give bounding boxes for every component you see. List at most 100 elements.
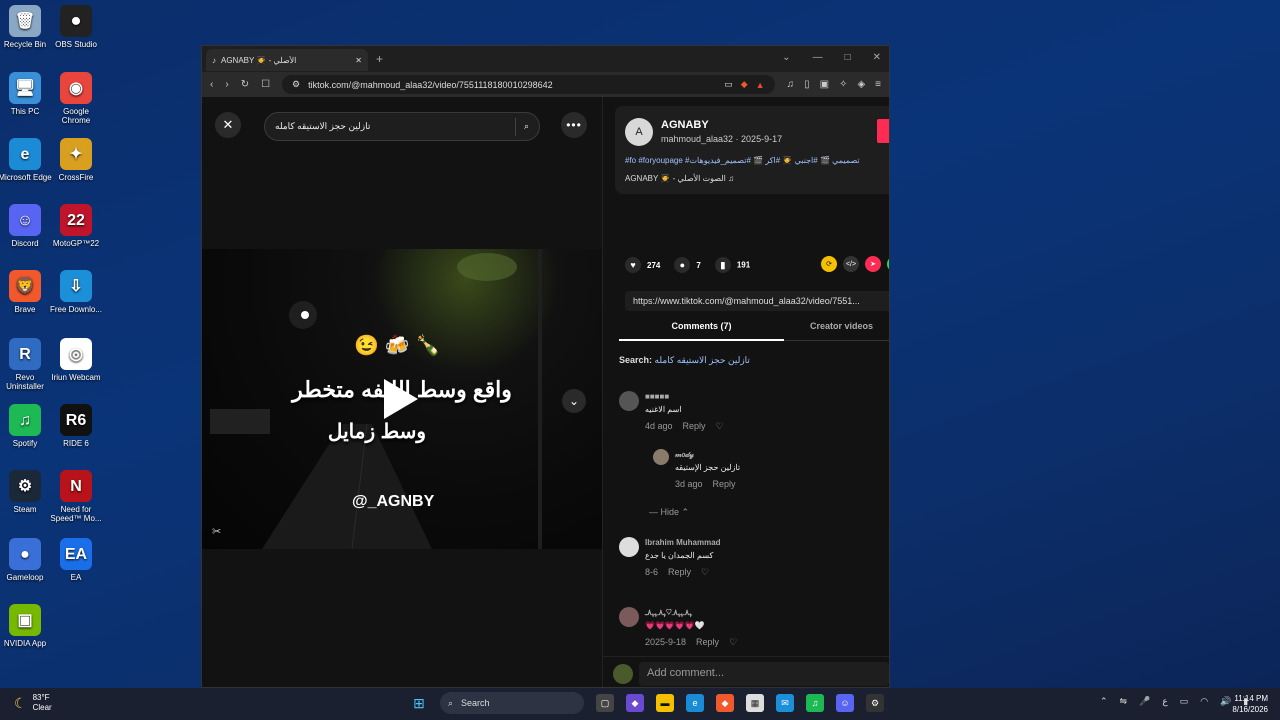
- reply-button[interactable]: Reply: [668, 567, 691, 577]
- desktop-icon[interactable]: 🦁 Brave: [0, 270, 53, 314]
- task-view-icon[interactable]: ▢: [596, 694, 614, 712]
- clock[interactable]: 11:14 PM 8/16/2026: [1232, 693, 1268, 715]
- cast-icon[interactable]: ▭: [724, 79, 733, 90]
- desktop-icon[interactable]: EA EA: [48, 538, 104, 582]
- reply-button[interactable]: Reply: [683, 421, 706, 431]
- network-icon[interactable]: ⇋: [1120, 696, 1128, 707]
- author-avatar[interactable]: A: [625, 118, 653, 146]
- browser-tab[interactable]: ♪ AGNABY 🧑‍🎓 - الأصلي ✕: [206, 49, 368, 71]
- bookmark-icon[interactable]: ☐: [261, 79, 270, 90]
- search-input[interactable]: تازلين حجز الاستيقه كامله ⌕: [264, 112, 540, 141]
- hide-replies-button[interactable]: — Hide ⌃: [649, 507, 689, 518]
- commenter-avatar[interactable]: [619, 607, 639, 627]
- like-comment-icon[interactable]: ♡: [701, 567, 709, 577]
- commenter-avatar[interactable]: [619, 391, 639, 411]
- weather-widget[interactable]: ☾ 83°F Clear: [14, 693, 52, 713]
- extensions-icon[interactable]: ✧: [839, 79, 847, 90]
- reload-icon[interactable]: ↻: [241, 79, 249, 90]
- brave-icon[interactable]: ◆: [716, 694, 734, 712]
- store-icon[interactable]: ▦: [746, 694, 764, 712]
- embed-icon[interactable]: </>: [843, 256, 859, 272]
- desktop-icon[interactable]: ⏺ OBS Studio: [48, 5, 104, 49]
- desktop-icon[interactable]: ◉ Google Chrome: [48, 72, 104, 125]
- desktop-icon[interactable]: N Need for Speed™ Mo...: [48, 470, 104, 523]
- add-comment-input[interactable]: Add comment...: [639, 662, 889, 686]
- commenter-name[interactable]: Ibrahim Muhammad: [645, 538, 721, 547]
- start-icon[interactable]: ⊞: [410, 694, 428, 712]
- close-window-icon[interactable]: ✕: [873, 52, 881, 63]
- file-explorer-icon[interactable]: ▬: [656, 694, 674, 712]
- monitor-icon[interactable]: ▭: [1180, 696, 1189, 707]
- wifi-icon[interactable]: ◠: [1200, 696, 1208, 707]
- desktop-icon[interactable]: ⇩ Free Downlo...: [48, 270, 104, 314]
- video-player[interactable]: 😉🍻🍾 واقع وسط الليفه متخطر وسط زمايل @_AG…: [202, 249, 602, 549]
- repost-icon[interactable]: ⟳: [821, 256, 837, 272]
- menu-icon[interactable]: ≡: [875, 79, 881, 90]
- brave-shield-icon[interactable]: ◆: [741, 79, 748, 90]
- commenter-name[interactable]: ■■■■■: [645, 392, 669, 401]
- taskbar-search[interactable]: ⌕ Search: [440, 692, 584, 714]
- search-link[interactable]: تازلين حجز الاستيقه كامله: [655, 355, 750, 365]
- desktop-icon[interactable]: ✦ CrossFire: [48, 138, 104, 182]
- language-icon[interactable]: ع: [1162, 696, 1167, 707]
- desktop-icon[interactable]: ● Gameloop: [0, 538, 53, 582]
- minimize-icon[interactable]: —: [813, 52, 823, 63]
- close-tab-icon[interactable]: ✕: [355, 56, 362, 65]
- desktop-icon[interactable]: 🖥 This PC: [0, 72, 53, 116]
- hashtags[interactable]: #fo #foryoupage #تصميمي 🎬 #اجنبي 🧑‍🎓 #اك…: [625, 156, 860, 165]
- close-video-button[interactable]: ✕: [215, 112, 241, 138]
- new-tab-button[interactable]: +: [376, 52, 383, 66]
- url-field[interactable]: ⚙ tiktok.com/@mahmoud_alaa32/video/75511…: [282, 75, 775, 94]
- reply-button[interactable]: Reply: [713, 479, 736, 489]
- desktop-icon[interactable]: R Revo Uninstaller: [0, 338, 53, 391]
- edge-icon[interactable]: e: [686, 694, 704, 712]
- back-icon[interactable]: ‹: [210, 79, 213, 90]
- tab-list-icon[interactable]: ⌄: [782, 52, 790, 63]
- mic-icon[interactable]: 🎤: [1139, 696, 1150, 707]
- mail-icon[interactable]: ✉: [776, 694, 794, 712]
- tab-creator-videos[interactable]: Creator videos: [784, 321, 889, 341]
- desktop-icon[interactable]: 22 MotoGP™22: [48, 204, 104, 248]
- commenter-avatar[interactable]: [619, 537, 639, 557]
- commenter-avatar[interactable]: [653, 449, 669, 465]
- discord-icon[interactable]: ☺: [836, 694, 854, 712]
- desktop-icon[interactable]: ♫ Spotify: [0, 404, 53, 448]
- copilot-icon[interactable]: ◆: [626, 694, 644, 712]
- like-stat[interactable]: ♥ 274: [625, 257, 660, 273]
- share-link-field[interactable]: https://www.tiktok.com/@mahmoud_alaa32/v…: [625, 291, 889, 311]
- speaker-icon[interactable]: 🔊: [1220, 696, 1231, 707]
- music-link[interactable]: AGNABY 🧑‍🎓 - الصوت الأصلي ♫: [625, 174, 734, 183]
- like-comment-icon[interactable]: ♡: [716, 421, 724, 431]
- whatsapp-icon[interactable]: ✆: [887, 256, 889, 272]
- commenter-name[interactable]: ﮩ٨ـﮩﮩ٨ـ♡ﮩ٨ـﮩﮩ٨ـ: [645, 608, 692, 618]
- music-icon[interactable]: ♫: [787, 79, 795, 90]
- reply-button[interactable]: Reply: [696, 637, 719, 647]
- commenter-name[interactable]: 𝓂𝑜𝒹𝓎: [675, 450, 694, 460]
- spotify-icon[interactable]: ♫: [806, 694, 824, 712]
- author-display-name[interactable]: AGNABY: [661, 119, 709, 131]
- desktop-icon[interactable]: R6 RIDE 6: [48, 404, 104, 448]
- play-icon[interactable]: [384, 379, 418, 419]
- rewards-icon[interactable]: ▲: [756, 80, 765, 90]
- chevron-up-icon[interactable]: ⌃: [1100, 696, 1108, 707]
- maximize-icon[interactable]: □: [845, 52, 851, 63]
- desktop-icon[interactable]: e Microsoft Edge: [0, 138, 53, 182]
- desktop-icon[interactable]: ⚙ Steam: [0, 470, 53, 514]
- sidebar-icon[interactable]: ▯: [804, 79, 810, 90]
- save-stat[interactable]: ▮ 191: [714, 257, 750, 273]
- follow-button[interactable]: [877, 119, 889, 143]
- settings-icon[interactable]: ⚙: [866, 694, 884, 712]
- wallet-icon[interactable]: ▣: [820, 79, 829, 90]
- desktop-icon[interactable]: ▣ NVIDIA App: [0, 604, 53, 648]
- vpn-icon[interactable]: ◈: [857, 79, 865, 90]
- next-video-button[interactable]: ⌄: [562, 389, 586, 413]
- search-icon[interactable]: ⌕: [524, 121, 529, 132]
- desktop-icon[interactable]: ☺ Discord: [0, 204, 53, 248]
- comment-stat[interactable]: ● 7: [674, 257, 701, 273]
- like-comment-icon[interactable]: ♡: [729, 637, 737, 647]
- send-icon[interactable]: ➤: [865, 256, 881, 272]
- forward-icon[interactable]: ›: [225, 79, 228, 90]
- desktop-icon[interactable]: 🗑 Recycle Bin: [0, 5, 53, 49]
- desktop-icon[interactable]: ◎ Iriun Webcam: [48, 338, 104, 382]
- site-info-icon[interactable]: ⚙: [292, 79, 300, 90]
